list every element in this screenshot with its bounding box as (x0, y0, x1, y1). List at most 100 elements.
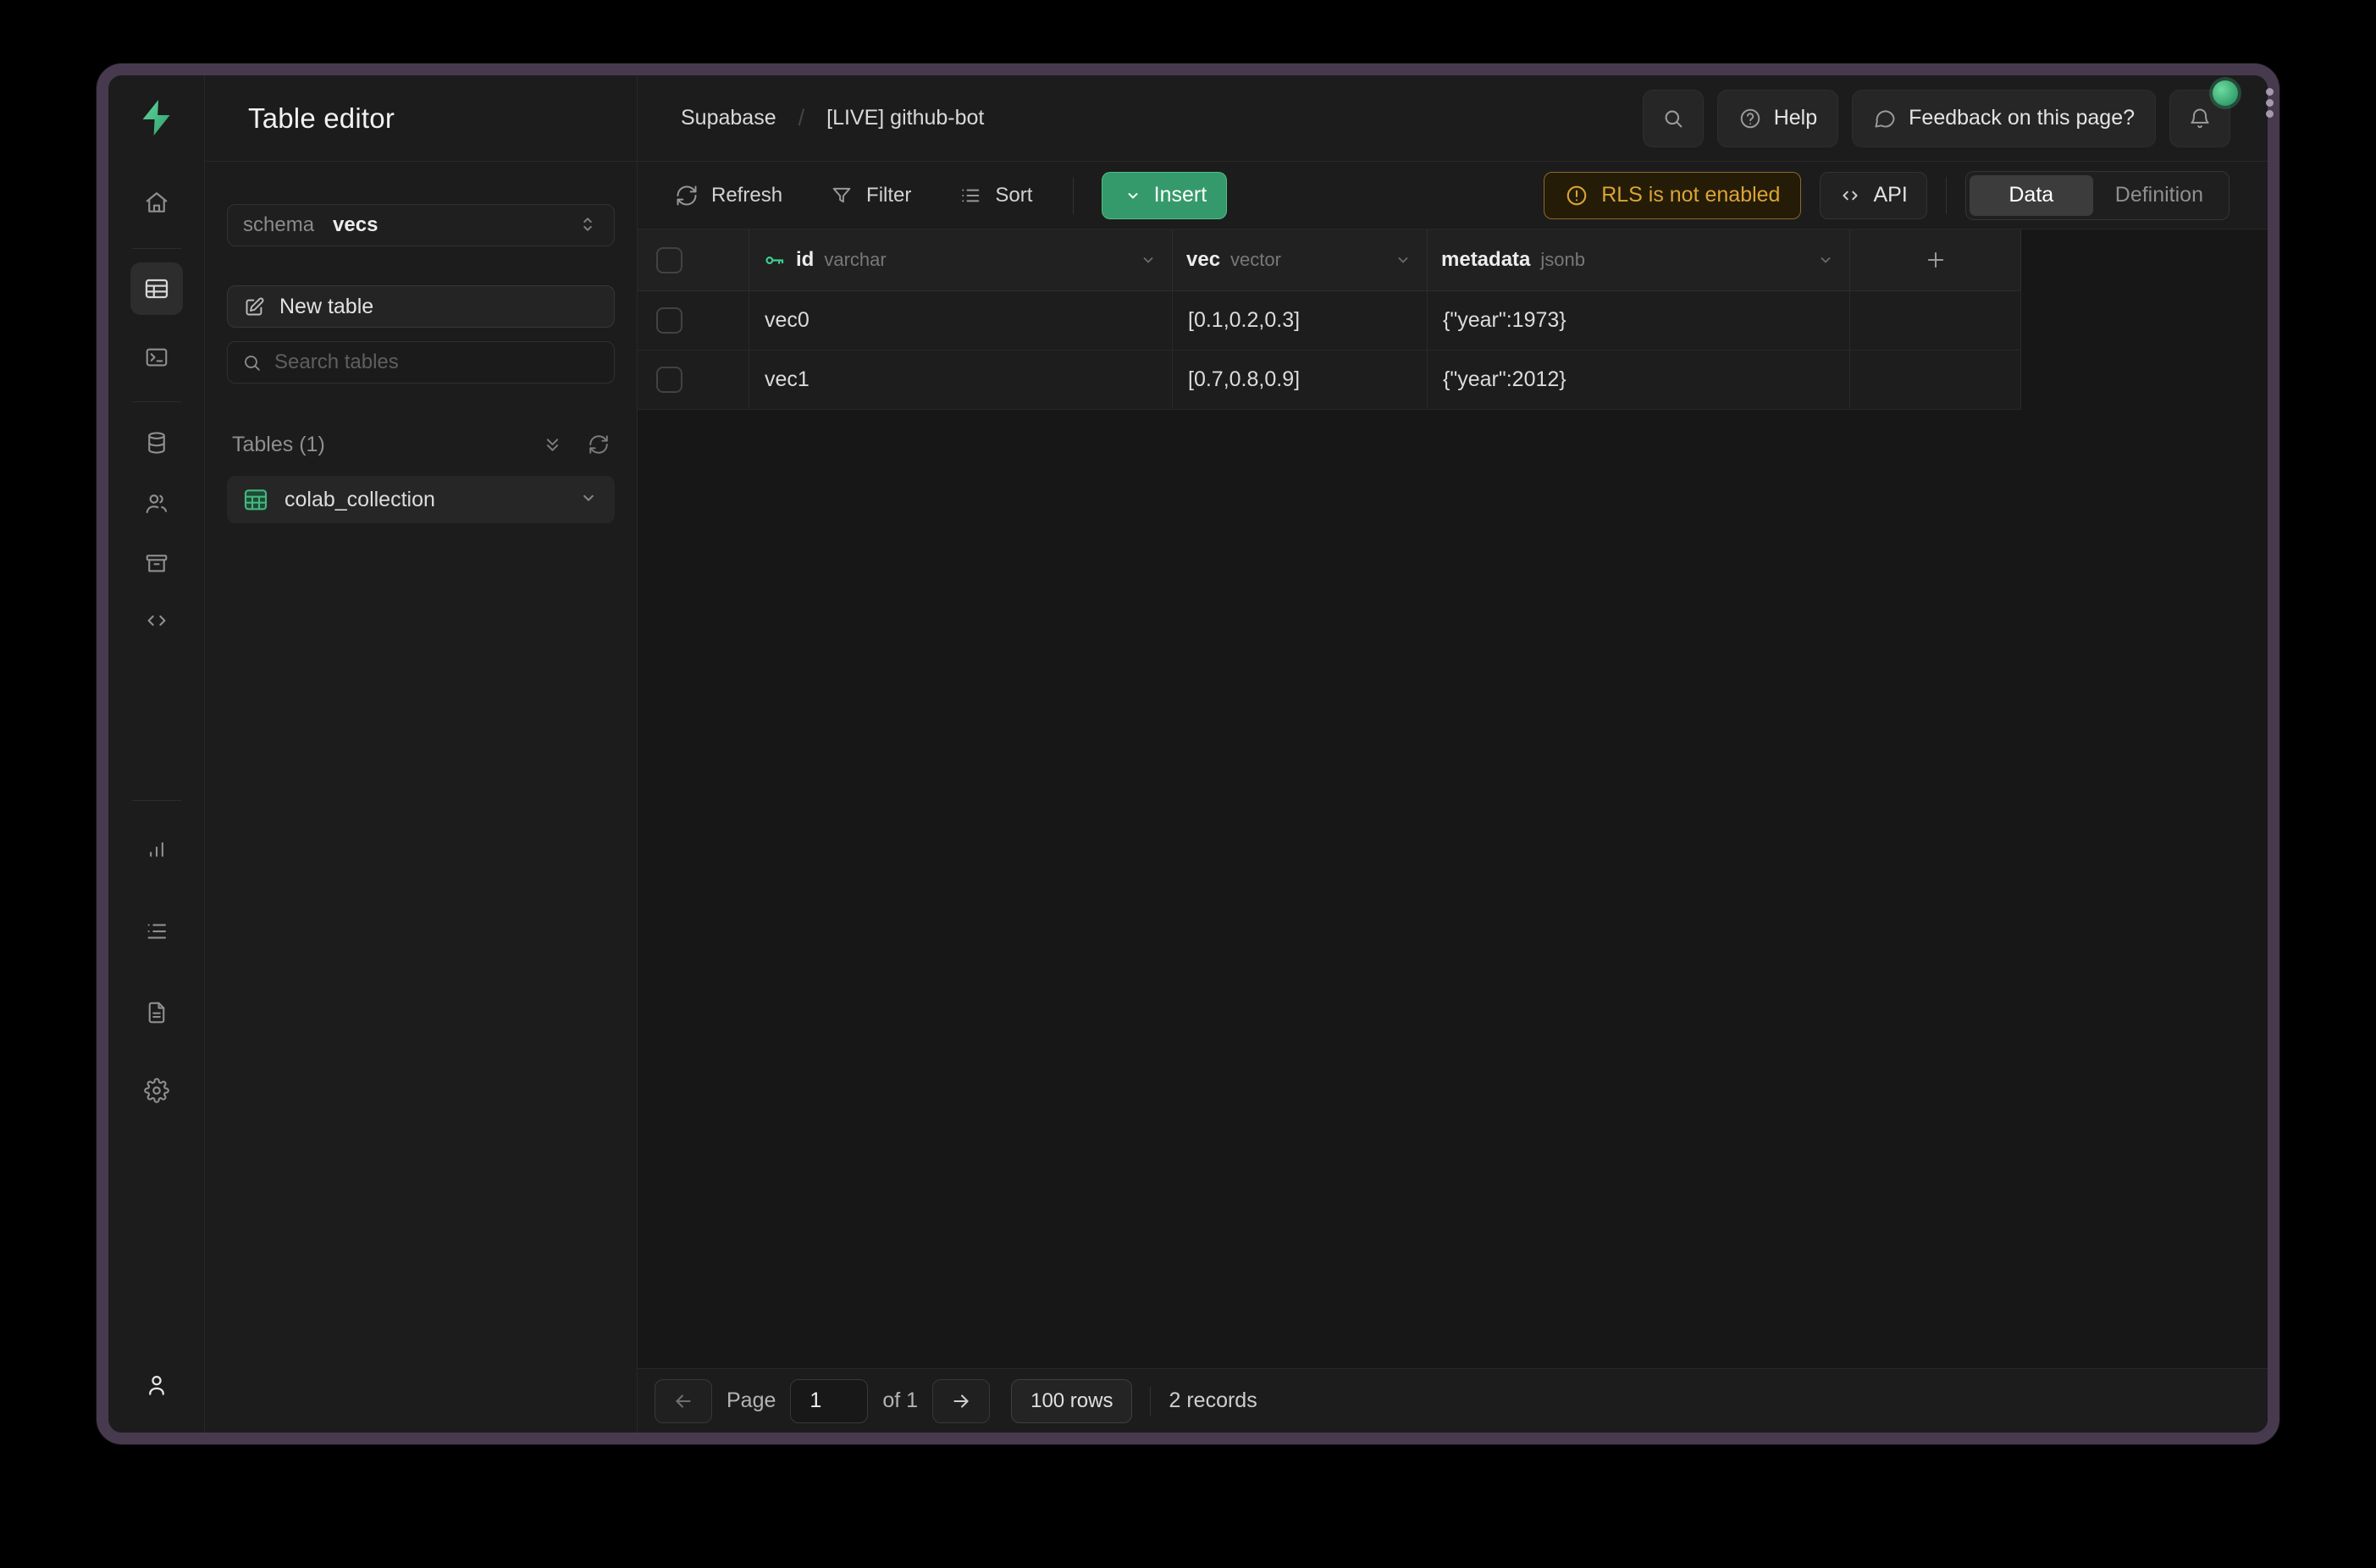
table-item-label: colab_collection (285, 488, 435, 512)
schema-select-label: schema (243, 213, 314, 237)
window-handle-dots (2266, 88, 2274, 118)
rows-per-page-button[interactable]: 100 rows (1011, 1379, 1132, 1423)
sidebar-item-database[interactable] (138, 424, 175, 461)
code-icon (144, 608, 169, 633)
cell-metadata[interactable]: {"year":2012} (1428, 351, 1850, 410)
plus-icon (1924, 248, 1948, 272)
cell-vec[interactable]: [0.1,0.2,0.3] (1173, 291, 1428, 351)
previous-page-button[interactable] (655, 1379, 712, 1423)
feedback-button[interactable]: Feedback on this page? (1852, 90, 2156, 147)
column-header-id[interactable]: id varchar (749, 229, 1173, 291)
insert-button[interactable]: Insert (1102, 172, 1227, 219)
row-checkbox[interactable] (656, 367, 682, 393)
sidebar-item-home[interactable] (138, 184, 175, 221)
refresh-label: Refresh (711, 184, 782, 207)
column-type: vector (1230, 249, 1281, 271)
bell-icon (2188, 107, 2212, 130)
rls-warning-button[interactable]: RLS is not enabled (1544, 172, 1801, 219)
breadcrumb-org[interactable]: Supabase (681, 106, 776, 130)
column-type: varchar (824, 249, 886, 271)
add-column-button[interactable] (1850, 229, 2021, 291)
breadcrumb: Supabase / [LIVE] github-bot (681, 105, 984, 131)
schema-select[interactable]: schema vecs (227, 204, 615, 246)
supabase-logo-icon[interactable] (136, 97, 177, 138)
arrow-left-icon (672, 1390, 694, 1412)
api-label: API (1873, 183, 1907, 207)
sidebar-table-item-colab-collection[interactable]: colab_collection (227, 476, 615, 523)
sidebar-item-storage[interactable] (138, 544, 175, 582)
sidebar-item-edge-functions[interactable] (138, 602, 175, 639)
sort-list-icon (959, 184, 982, 207)
refresh-icon (675, 184, 699, 207)
page-label: Page (727, 1389, 776, 1413)
cell-vec[interactable]: [0.7,0.8,0.9] (1173, 351, 1428, 410)
app-window: Table editor schema vecs New table (97, 63, 2279, 1444)
auth-users-icon (144, 491, 169, 516)
search-tables-box (227, 341, 615, 384)
page-number-input[interactable] (790, 1379, 868, 1423)
row-checkbox[interactable] (656, 307, 682, 334)
sort-button[interactable]: Sort (959, 184, 1032, 207)
cell-id[interactable]: vec0 (749, 291, 1173, 351)
next-page-button[interactable] (932, 1379, 990, 1423)
column-header-vec[interactable]: vec vector (1173, 229, 1428, 291)
filter-label: Filter (866, 184, 911, 207)
table-green-icon (242, 486, 269, 513)
chevrons-up-down-icon (577, 213, 599, 238)
arrow-right-icon (950, 1390, 972, 1412)
search-button[interactable] (1643, 90, 1704, 147)
tab-data[interactable]: Data (1970, 175, 2093, 216)
collapse-all-icon[interactable] (541, 433, 564, 456)
row-select-cell (638, 291, 749, 351)
new-table-label: New table (279, 295, 373, 319)
help-circle-icon (1738, 107, 1762, 130)
cell-empty (1850, 351, 2021, 410)
filter-button[interactable]: Filter (830, 184, 911, 207)
table-editor-sidebar: Table editor schema vecs New table (205, 75, 638, 1433)
sidebar-item-table-editor[interactable] (130, 262, 183, 315)
refresh-tables-icon[interactable] (588, 433, 610, 455)
search-tables-input[interactable] (274, 351, 600, 374)
new-table-button[interactable]: New table (227, 285, 615, 328)
chevron-down-icon[interactable] (1393, 250, 1413, 270)
chevron-down-icon[interactable] (1138, 250, 1158, 270)
chevron-down-icon[interactable] (577, 487, 600, 513)
page-title: Table editor (248, 102, 395, 135)
top-bar: Supabase / [LIVE] github-bot Help Feedba… (638, 75, 2268, 162)
filter-funnel-icon (830, 184, 854, 207)
api-button[interactable]: API (1820, 172, 1926, 219)
storage-icon (144, 550, 169, 576)
chevron-down-icon[interactable] (1815, 250, 1836, 270)
sidebar-header: Table editor (205, 75, 637, 162)
pagination-bar: Page of 1 100 rows 2 records (638, 1368, 2268, 1433)
cell-id[interactable]: vec1 (749, 351, 1173, 410)
feedback-bubble-icon (1873, 107, 1897, 130)
select-all-checkbox[interactable] (656, 247, 682, 273)
sidebar-item-logs[interactable] (138, 913, 175, 950)
tab-definition[interactable]: Definition (2093, 175, 2225, 216)
sidebar-item-authentication[interactable] (138, 485, 175, 522)
file-text-icon (144, 1000, 169, 1025)
user-profile-button[interactable] (138, 1366, 175, 1404)
breadcrumb-project[interactable]: [LIVE] github-bot (826, 106, 984, 130)
sidebar-item-api-docs[interactable] (138, 994, 175, 1031)
tables-count-label: Tables (1) (232, 433, 325, 457)
sidebar-item-settings[interactable] (138, 1072, 175, 1109)
schema-select-value: vecs (333, 213, 378, 237)
table-row: vec1 [0.7,0.8,0.9] {"year":2012} (638, 351, 2268, 410)
sidebar-item-sql-editor[interactable] (138, 339, 175, 376)
column-header-metadata[interactable]: metadata jsonb (1428, 229, 1850, 291)
help-button[interactable]: Help (1717, 90, 1838, 147)
column-name: id (796, 248, 814, 272)
table-editor-icon (143, 275, 170, 302)
sidebar-item-reports[interactable] (138, 831, 175, 869)
cell-metadata[interactable]: {"year":1973} (1428, 291, 1850, 351)
tables-section-header: Tables (1) (227, 433, 615, 457)
refresh-button[interactable]: Refresh (675, 184, 782, 207)
column-type: jsonb (1540, 249, 1585, 271)
search-icon (1661, 107, 1685, 130)
view-mode-tabs: Data Definition (1965, 171, 2230, 220)
table-row: vec0 [0.1,0.2,0.3] {"year":1973} (638, 291, 2268, 351)
select-all-cell (638, 229, 749, 291)
notifications-button[interactable] (2169, 90, 2230, 147)
